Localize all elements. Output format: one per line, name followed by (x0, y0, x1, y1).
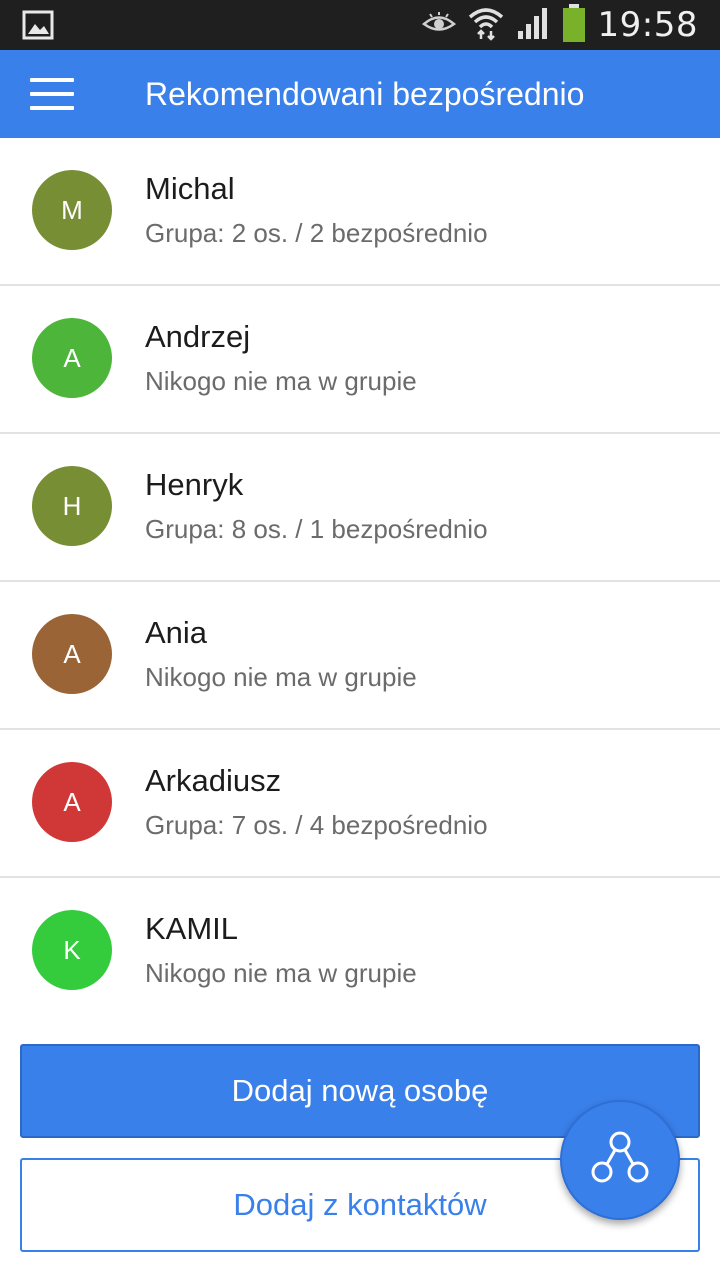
avatar: A (32, 614, 112, 694)
avatar: A (32, 762, 112, 842)
list-item[interactable]: K KAMIL Nikogo nie ma w grupie (0, 878, 720, 1026)
wifi-icon (468, 5, 504, 46)
person-name: Henryk (145, 467, 244, 502)
list-item[interactable]: A Ania Nikogo nie ma w grupie (0, 582, 720, 730)
avatar: A (32, 318, 112, 398)
person-name: KAMIL (145, 911, 239, 946)
eye-icon (421, 11, 456, 40)
person-name: Andrzej (145, 319, 251, 354)
list-item[interactable]: A Andrzej Nikogo nie ma w grupie (0, 286, 720, 434)
network-tree-fab[interactable] (560, 1100, 680, 1220)
person-name: Ania (145, 615, 208, 650)
person-name: Arkadiusz (145, 763, 282, 798)
list-item[interactable]: M Michal Grupa: 2 os. / 2 bezpośrednio (0, 138, 720, 286)
clock-time: 19:58 (597, 5, 698, 45)
group-info: Grupa: 2 os. / 2 bezpośrednio (145, 218, 488, 248)
battery-icon (562, 3, 586, 47)
group-info: Nikogo nie ma w grupie (145, 366, 417, 396)
status-bar: 19:58 (0, 0, 720, 50)
signal-icon (516, 7, 550, 44)
person-name: Michal (145, 171, 235, 206)
avatar: K (32, 910, 112, 990)
hamburger-menu-icon[interactable] (30, 78, 74, 110)
network-tree-icon (590, 1130, 650, 1191)
page-title: Rekomendowani bezpośrednio (145, 76, 585, 112)
image-icon (22, 10, 54, 45)
avatar: H (32, 466, 112, 546)
group-info: Nikogo nie ma w grupie (145, 662, 417, 692)
people-list: M Michal Grupa: 2 os. / 2 bezpośrednio A… (0, 138, 720, 1026)
group-info: Grupa: 7 os. / 4 bezpośrednio (145, 810, 488, 840)
app-bar: Rekomendowani bezpośrednio (0, 50, 720, 138)
group-info: Nikogo nie ma w grupie (145, 958, 417, 988)
list-item[interactable]: A Arkadiusz Grupa: 7 os. / 4 bezpośredni… (0, 730, 720, 878)
list-item[interactable]: H Henryk Grupa: 8 os. / 1 bezpośrednio (0, 434, 720, 582)
group-info: Grupa: 8 os. / 1 bezpośrednio (145, 514, 488, 544)
avatar: M (32, 170, 112, 250)
